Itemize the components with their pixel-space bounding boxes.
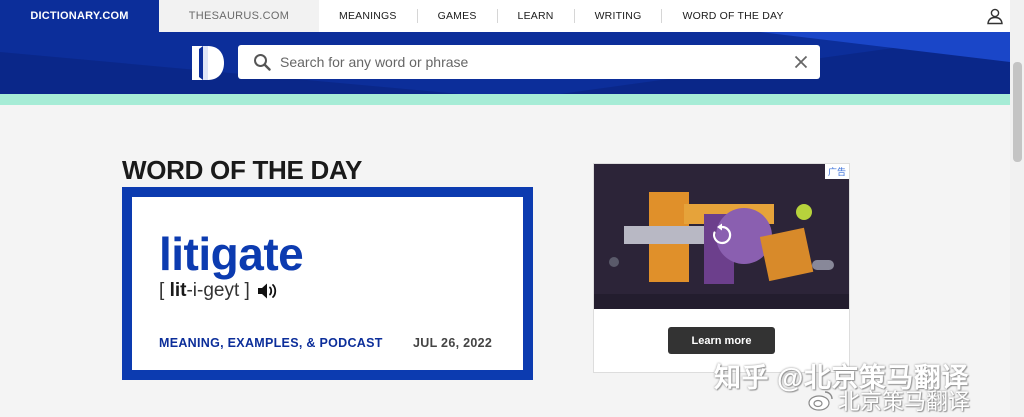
close-icon[interactable] — [792, 53, 810, 71]
replay-icon[interactable] — [710, 223, 734, 247]
dictionary-logo[interactable] — [190, 44, 226, 82]
ad-badge[interactable]: 广告 — [824, 164, 849, 179]
tab-thesaurus[interactable]: THESAURUS.COM — [159, 0, 319, 32]
user-icon[interactable] — [986, 7, 1004, 25]
pron-open-bracket: [ — [159, 280, 165, 301]
wotd-word[interactable]: litigate — [159, 227, 304, 281]
watermark-handle: 北京策马翻译 — [838, 389, 971, 414]
ad-unit[interactable]: 广告 Learn more — [593, 163, 850, 373]
search-icon[interactable] — [253, 53, 271, 71]
tab-dictionary[interactable]: DICTIONARY.COM — [0, 0, 159, 32]
learn-more-button[interactable]: Learn more — [668, 327, 775, 354]
pron-stressed: lit — [169, 280, 187, 301]
ad-video[interactable]: 广告 — [594, 164, 849, 309]
top-nav: DICTIONARY.COM THESAURUS.COM MEANINGS GA… — [0, 0, 1010, 32]
weibo-icon — [808, 391, 833, 411]
pron-rest: -i-geyt — [186, 280, 240, 301]
meaning-examples-podcast-link[interactable]: MEANING, EXAMPLES, & PODCAST — [159, 336, 383, 350]
wotd-card: litigate [ lit -i-geyt ] MEANING, EXAMPLE… — [122, 187, 533, 380]
nav-learn[interactable]: LEARN — [496, 9, 574, 23]
nav-games[interactable]: GAMES — [416, 9, 497, 23]
nav-word-of-the-day[interactable]: WORD OF THE DAY — [661, 9, 803, 23]
nav-meanings[interactable]: MEANINGS — [319, 9, 417, 23]
search-bar[interactable] — [238, 45, 820, 79]
pronunciation: [ lit -i-geyt ] — [159, 280, 279, 302]
pron-close-bracket: ] — [244, 280, 250, 301]
hero-accent-strip — [0, 94, 1010, 105]
search-input[interactable] — [280, 45, 780, 79]
wotd-heading: WORD OF THE DAY — [122, 155, 363, 185]
scrollbar-thumb[interactable] — [1013, 62, 1022, 162]
speaker-icon[interactable] — [257, 281, 279, 301]
nav-writing[interactable]: WRITING — [573, 9, 662, 23]
wotd-date: JUL 26, 2022 — [413, 336, 493, 350]
main-nav: MEANINGS GAMES LEARN WRITING WORD OF THE… — [319, 0, 804, 32]
watermark-weibo: 北京策马翻译 — [808, 384, 970, 416]
